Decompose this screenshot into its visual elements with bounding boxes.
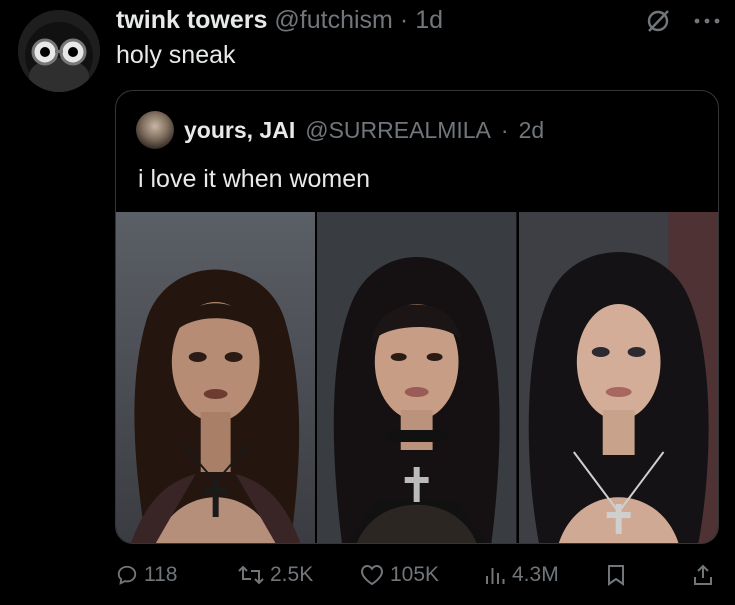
reply-icon: [117, 565, 137, 585]
quoted-post-time[interactable]: 2d: [519, 117, 545, 144]
bookmark-button[interactable]: [606, 564, 626, 586]
repost-icon: [238, 565, 264, 585]
bookmark-icon: [608, 565, 624, 586]
post-header: twink towers @futchism · 1d: [116, 6, 443, 40]
post-text: holy sneak: [116, 41, 236, 69]
views-button[interactable]: 4.3M: [484, 563, 559, 587]
like-icon: [360, 564, 384, 586]
quoted-author-avatar[interactable]: [136, 111, 174, 149]
media-gallery: [116, 212, 718, 543]
reply-count: 118: [144, 563, 178, 586]
quoted-author-name[interactable]: yours, JAI: [184, 117, 295, 144]
separator-dot: ·: [399, 6, 409, 34]
share-icon: [694, 564, 712, 585]
like-button[interactable]: 105K: [360, 563, 439, 587]
author-handle[interactable]: @futchism: [274, 6, 392, 35]
quoted-post-header: yours, JAI @SURREALMILA · 2d: [136, 111, 544, 149]
photo-left[interactable]: [116, 212, 316, 543]
repost-button[interactable]: 2.5K: [238, 563, 313, 587]
author-name[interactable]: twink towers: [116, 6, 267, 35]
post-actions: 118 2.5K 105K 4.3M: [116, 558, 718, 592]
post-time[interactable]: 1d: [415, 6, 443, 35]
reply-button[interactable]: 118: [116, 563, 177, 587]
post-top-icons: [645, 8, 721, 34]
like-count: 105K: [390, 563, 440, 586]
avatar-image: [18, 10, 100, 92]
author-avatar[interactable]: [18, 10, 100, 92]
grok-icon[interactable]: [645, 8, 671, 34]
quoted-post[interactable]: yours, JAI @SURREALMILA · 2d i love it w…: [115, 90, 719, 544]
repost-count: 2.5K: [270, 563, 314, 586]
photo-right[interactable]: [518, 212, 718, 543]
quoted-post-text: i love it when women: [138, 165, 371, 193]
quoted-separator-dot: ·: [500, 116, 509, 143]
views-count: 4.3M: [512, 563, 559, 586]
share-button[interactable]: [692, 564, 714, 586]
more-icon[interactable]: [693, 16, 721, 26]
photo-center[interactable]: [317, 212, 517, 543]
quoted-author-handle[interactable]: @SURREALMILA: [305, 117, 491, 144]
views-icon: [486, 568, 505, 584]
